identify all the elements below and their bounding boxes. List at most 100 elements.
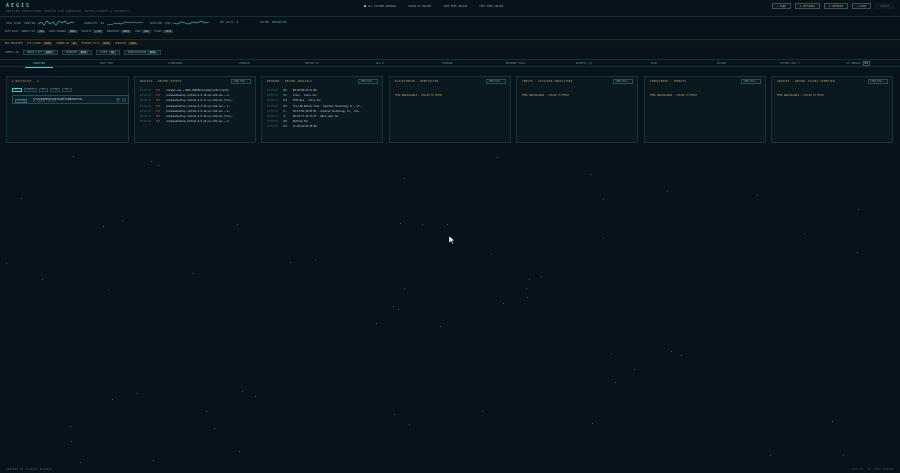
panel-process-events: PROCESS · RECENT EVENTS VIEW FULL ↗ 23:0…	[134, 76, 256, 143]
network-arrival-row[interactable]: 23:01:27 NEW The LAN Before Time · Quantum…	[267, 105, 361, 108]
chip-investigation[interactable]: INVESTIGATION 0821	[123, 50, 162, 55]
process-event-row[interactable]: 23:01:24 EXE windowsdesktop-runtime-9.0.10…	[140, 105, 230, 108]
chip-robust-sec[interactable]: ROBUST-SEC 104	[21, 30, 46, 33]
arrival-time: 23:01:27	[267, 109, 279, 113]
filter-all[interactable]: ALL	[12, 88, 22, 92]
event-time: 23:01:21	[140, 115, 152, 118]
chip-clamp[interactable]: CLAMP 00	[96, 50, 120, 55]
censys-view-full-button[interactable]: VIEW FULL ↗	[612, 79, 633, 84]
network-title: NETWORK · RECENT ARRIVALS	[267, 80, 313, 83]
star-dot	[315, 260, 316, 261]
metric-risk: RISK SCORE 326/10	[6, 20, 74, 26]
star-dot	[376, 323, 377, 324]
tab-volume[interactable]: VOLUME	[717, 62, 726, 65]
tab-overview[interactable]: OVERVIEW	[24, 62, 54, 68]
tab-network-tools[interactable]: NETWORK TOOLS	[506, 62, 526, 65]
metric-uptime: UPTIME 00:00:03	[260, 20, 287, 24]
network-view-full-button[interactable]: VIEW FULL ↗	[357, 79, 378, 84]
chip-edr-processes[interactable]: EDR PROCESSES	[5, 42, 23, 45]
tab-console[interactable]: CONSOLE	[239, 62, 250, 65]
chip-orders-etf[interactable]: ORDER'S ETF 0820	[22, 50, 58, 55]
network-arrival-row[interactable]: 23:01:27 NEW 2C:28:61:6F:45:80	[267, 125, 317, 128]
threatbook-view-full-button[interactable]: VIEW FULL ↗	[740, 79, 761, 84]
status-item: REALM 07 ONLINE	[408, 5, 432, 8]
process-view-full-button[interactable]: VIEW FULL ↗	[230, 79, 251, 84]
remove-icon[interactable]: ✕	[122, 98, 126, 102]
chip-auto-scan[interactable]: AUTO-SCAN	[5, 30, 17, 33]
chip-commit-log[interactable]: COMMIT LOG	[5, 51, 19, 54]
star-dot	[255, 396, 256, 397]
star-dot	[611, 353, 612, 354]
status-item: ALL SYSTEMS NOMINAL	[364, 5, 397, 8]
tab-storage[interactable]: STORAGE	[442, 62, 453, 65]
chip-tcp-closed[interactable]: TCP_CLOSED 0828	[27, 41, 53, 45]
tab-cloudtrail[interactable]: CLOUDTRAIL	[168, 62, 183, 65]
tab-pcap[interactable]: PCAP	[651, 62, 657, 65]
star-dot	[153, 460, 154, 461]
star-dot	[857, 252, 858, 253]
star-dot	[122, 220, 123, 221]
network-arrival-row[interactable]: 23:01:27 NEW 00:40:D0:24:5C:86	[267, 89, 317, 92]
chip-flows[interactable]: FLOWS 3232	[155, 30, 174, 33]
chip-rule-changes[interactable]: RULE-CHANGES 0823	[49, 30, 78, 33]
network-arrival-row[interactable]: 23:01:27 IP 00:12:5D:2D:8F:D1 · Quantum Te…	[267, 110, 359, 113]
chip-packets[interactable]: PACKETS 1.2K	[82, 30, 103, 33]
chip-runner-on[interactable]: RUNNER ON 00	[56, 41, 78, 45]
tab-system-logs[interactable]: SYSTEM LOGS 1	[780, 62, 800, 65]
chip-conn[interactable]: CONN 012	[135, 30, 151, 33]
star-dot	[667, 191, 668, 192]
watchlist-item[interactable]: BITCOIN 3CTvKnR9MFD6b5SoDbJbVgEF3LdBDUSZ…	[12, 95, 129, 104]
network-arrival-row[interactable]: 23:01:27 IP 00:10:C7:45:C5:F7 · Ware Labs …	[267, 115, 339, 118]
lock-button[interactable]: ⎋ LOCK	[851, 3, 871, 9]
status-item: SIEM FEED ONLINE	[443, 5, 468, 8]
main-nav-tabs: OVERVIEW SELF HOST CLOUDTRAIL CONSOLE DE…	[0, 59, 900, 68]
tab-self-host[interactable]: SELF HOST	[100, 62, 114, 65]
viruses-view-full-button[interactable]: VIEW FULL ↗	[867, 79, 888, 84]
refresh-button[interactable]: ⟳ REFRESH	[823, 3, 848, 9]
network-arrival-row[interactable]: 23:01:27 NEW Nothing Ear	[267, 120, 308, 123]
star-dot	[108, 289, 109, 290]
star-dot	[242, 391, 243, 392]
process-event-row[interactable]: 23:01:23 EXE windowsdesktop-runtime-9.0.10…	[140, 110, 230, 113]
star-dot	[634, 369, 635, 370]
star-dot	[843, 455, 844, 456]
copy-icon[interactable]: ⧉	[116, 98, 120, 102]
metric-anomalies: ANOMALIES 21	[84, 20, 144, 26]
footer-copyright: © AEGIS OPS · ALL RIGHTS RESERVED	[848, 468, 894, 471]
threatbook-title: THREATBOOK · THREATS	[650, 80, 687, 83]
filter-active[interactable]: ACTIVE	[23, 88, 37, 92]
filter-btc[interactable]: BTC	[38, 88, 49, 92]
process-event-row[interactable]: 23:01:24 EXE windowsdesktop-runtime-9.0.17…	[140, 99, 232, 102]
chip-network-calls[interactable]: NETWORK CALLS 0036	[82, 41, 112, 45]
star-dot	[398, 309, 399, 310]
network-arrival-row[interactable]: 23:01:27 MAC Vizio · Cello Inc.	[267, 94, 318, 97]
chip-services[interactable]: SERVICES 0804	[115, 41, 138, 45]
tab-dlp[interactable]: DLP 8	[376, 62, 384, 65]
chip-transfer[interactable]: TRANSFER 0820	[61, 50, 93, 55]
tab-packets[interactable]: PACKETS (0)	[576, 62, 593, 65]
star-dot	[603, 199, 604, 200]
tab-ai-console[interactable]: AI CONSOLE 04	[846, 61, 870, 66]
panel-viruses: VIRUSES · RECENT ISSUES OVERVIEW VIEW FU…	[771, 76, 893, 143]
blockstream-view-full-button[interactable]: VIEW FULL ↗	[485, 79, 506, 84]
filter-eth[interactable]: ETH	[50, 88, 61, 92]
tab-device[interactable]: DEVICE 07	[305, 62, 319, 65]
arrival-type: NEW	[283, 120, 288, 124]
star-dot	[214, 428, 215, 429]
event-type: EXE	[156, 104, 161, 108]
network-arrival-row[interactable]: 23:01:27 NEW TPCP_Bus · Cello Inc.	[267, 99, 322, 102]
process-event-row[interactable]: 23:01:20 EXE windowsdesktop-runtime-9.0.10…	[140, 120, 230, 123]
star-dot	[137, 393, 138, 394]
star-dot	[592, 423, 593, 424]
anomalies-sparkline	[107, 21, 144, 26]
process-event-row[interactable]: 23:01:21 EXE windowsdesktop-runtime-9.0.10…	[140, 115, 232, 118]
logout-button[interactable]: LOGOUT	[874, 3, 894, 9]
process-event-row[interactable]: 23:01:25 EXE conhost.exe → WAVE_SERVER/Tel…	[140, 89, 230, 92]
settings-button[interactable]: ⚙ SETTINGS	[794, 3, 820, 9]
process-event-row[interactable]: 23:01:25 EXE windowsdesktop-runtime-9.0.10…	[140, 94, 230, 97]
find-button[interactable]: ⌕ FIND	[771, 3, 791, 9]
filter-sol[interactable]: SOL	[62, 88, 72, 92]
star-dot	[527, 297, 528, 298]
chip-endpoints[interactable]: ENDPOINTS 0824	[107, 30, 131, 33]
star-dot	[409, 424, 410, 425]
